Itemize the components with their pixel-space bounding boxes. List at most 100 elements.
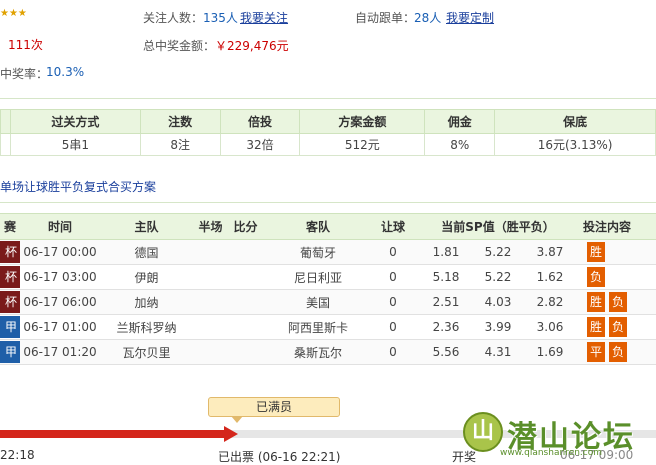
league-cell: 甲 bbox=[0, 314, 20, 340]
sp-cell: 2.51 4.03 2.82 bbox=[413, 289, 583, 315]
col-half: 半场 bbox=[193, 213, 228, 240]
summary-cell: 16元(3.13%) bbox=[494, 133, 656, 156]
match-row: 杯 06-17 03:00 伊朗 尼日利亚 0 5.18 5.22 1.62 负 bbox=[0, 264, 656, 290]
bets-cell: 胜负 bbox=[583, 289, 656, 315]
summary-header: 保底 bbox=[494, 109, 656, 134]
bet-tag[interactable]: 胜 bbox=[587, 242, 605, 262]
sp-lose: 1.62 bbox=[536, 270, 564, 284]
section-divider bbox=[0, 202, 656, 203]
sp-cell: 5.56 4.31 1.69 bbox=[413, 339, 583, 365]
away-team: 尼日利亚 bbox=[263, 264, 373, 290]
half-score bbox=[193, 339, 228, 365]
handicap-cell: 0 bbox=[373, 339, 413, 365]
time-cell: 06-17 01:00 bbox=[20, 314, 100, 340]
half-score bbox=[193, 314, 228, 340]
custom-link[interactable]: 我要定制 bbox=[446, 9, 494, 26]
count-value: 111次 bbox=[8, 38, 43, 52]
summary-header: 过关方式 bbox=[9, 109, 141, 134]
handicap-cell: 0 bbox=[373, 239, 413, 265]
match-row: 杯 06-17 00:00 德国 葡萄牙 0 1.81 5.22 3.87 胜 bbox=[0, 239, 656, 265]
col-home: 主队 bbox=[100, 213, 193, 240]
away-team: 桑斯瓦尔 bbox=[263, 339, 373, 365]
sp-draw: 3.99 bbox=[484, 320, 512, 334]
home-team: 兰斯科罗纳 bbox=[100, 314, 193, 340]
draw-label: 开奖 bbox=[452, 450, 477, 464]
away-team: 美国 bbox=[263, 289, 373, 315]
summary-cell: 512元 bbox=[299, 133, 426, 156]
matches-table: 赛 时间 主队 半场 比分 客队 让球 当前SP值（胜平负） 投注内容 杯 06-… bbox=[0, 213, 656, 365]
match-row: 甲 06-17 01:00 兰斯科罗纳 阿西里斯卡 0 2.36 3.99 3.06 胜负 bbox=[0, 314, 656, 340]
summary-header: 佣金 bbox=[424, 109, 496, 134]
bet-tag[interactable]: 负 bbox=[609, 342, 627, 362]
full-score bbox=[228, 314, 263, 340]
section-title: 单场让球胜平负复式合买方案 bbox=[0, 180, 157, 194]
bets-cell: 平负 bbox=[583, 339, 656, 365]
sp-lose: 1.69 bbox=[536, 345, 564, 359]
time-cell: 06-17 01:20 bbox=[20, 339, 100, 365]
summary-cell: 5串1 bbox=[9, 133, 141, 156]
summary-cell: 8注 bbox=[139, 133, 221, 156]
time-cell: 06-17 06:00 bbox=[20, 289, 100, 315]
home-team: 加纳 bbox=[100, 289, 193, 315]
total-prize-value: ￥229,476元 bbox=[215, 39, 289, 53]
full-score bbox=[228, 264, 263, 290]
league-cell: 甲 bbox=[0, 339, 20, 365]
sp-win: 2.51 bbox=[432, 295, 460, 309]
home-team: 伊朗 bbox=[100, 264, 193, 290]
summary-cell: 32倍 bbox=[219, 133, 301, 156]
col-away: 客队 bbox=[263, 213, 373, 240]
league-cell: 杯 bbox=[0, 239, 20, 265]
bet-tag[interactable]: 负 bbox=[609, 317, 627, 337]
bet-tag[interactable]: 负 bbox=[587, 267, 605, 287]
bets-cell: 胜 bbox=[583, 239, 656, 265]
auto-follow-value: 28人 bbox=[414, 11, 442, 25]
away-team: 葡萄牙 bbox=[263, 239, 373, 265]
divider bbox=[0, 98, 656, 99]
summary-header-edge bbox=[0, 109, 11, 134]
sp-win: 5.18 bbox=[432, 270, 460, 284]
bet-tag[interactable]: 平 bbox=[587, 342, 605, 362]
win-rate-label: 中奖率： bbox=[0, 67, 49, 81]
col-score: 比分 bbox=[228, 213, 263, 240]
league-badge: 甲 bbox=[0, 341, 20, 363]
status-bubble: 已满员 bbox=[208, 397, 340, 423]
followers-label: 关注人数： bbox=[143, 11, 204, 25]
full-score bbox=[228, 289, 263, 315]
summary-table: 过关方式 注数 倍投 方案金额 佣金 保底 5串1 8注 32倍 512元 8%… bbox=[0, 109, 656, 156]
league-cell: 杯 bbox=[0, 264, 20, 290]
rating-stars: ★★★ bbox=[0, 8, 27, 19]
summary-header: 倍投 bbox=[219, 109, 301, 134]
col-bets: 投注内容 bbox=[583, 213, 656, 240]
sp-lose: 3.06 bbox=[536, 320, 564, 334]
sp-win: 2.36 bbox=[432, 320, 460, 334]
league-badge: 杯 bbox=[0, 241, 20, 263]
summary-cell: 8% bbox=[424, 133, 496, 156]
handicap-cell: 0 bbox=[373, 314, 413, 340]
handicap-cell: 0 bbox=[373, 264, 413, 290]
progress-arrow-icon bbox=[224, 426, 238, 442]
half-score bbox=[193, 239, 228, 265]
total-prize-label: 总中奖金额： bbox=[143, 39, 216, 53]
col-sp: 当前SP值（胜平负） bbox=[413, 213, 583, 240]
bet-tag[interactable]: 胜 bbox=[587, 317, 605, 337]
follow-link[interactable]: 我要关注 bbox=[240, 9, 288, 26]
handicap-cell: 0 bbox=[373, 289, 413, 315]
win-rate-value: 10.3% bbox=[46, 65, 85, 79]
sp-draw: 4.03 bbox=[484, 295, 512, 309]
col-handicap: 让球 bbox=[373, 213, 413, 240]
bets-cell: 负 bbox=[583, 264, 656, 290]
bet-tag[interactable]: 负 bbox=[609, 292, 627, 312]
sp-win: 1.81 bbox=[432, 245, 460, 259]
sp-cell: 1.81 5.22 3.87 bbox=[413, 239, 583, 265]
full-score bbox=[228, 339, 263, 365]
match-row: 杯 06-17 06:00 加纳 美国 0 2.51 4.03 2.82 胜负 bbox=[0, 289, 656, 315]
col-league: 赛 bbox=[0, 213, 20, 240]
sp-draw: 5.22 bbox=[484, 270, 512, 284]
auto-follow-label: 自动跟单： bbox=[355, 11, 416, 25]
sp-lose: 3.87 bbox=[536, 245, 564, 259]
sp-draw: 5.22 bbox=[484, 245, 512, 259]
bets-cell: 胜负 bbox=[583, 314, 656, 340]
bet-tag[interactable]: 胜 bbox=[587, 292, 605, 312]
watermark-url: www.qianshanren.com bbox=[500, 448, 602, 458]
followers-value: 135人 bbox=[203, 11, 238, 25]
